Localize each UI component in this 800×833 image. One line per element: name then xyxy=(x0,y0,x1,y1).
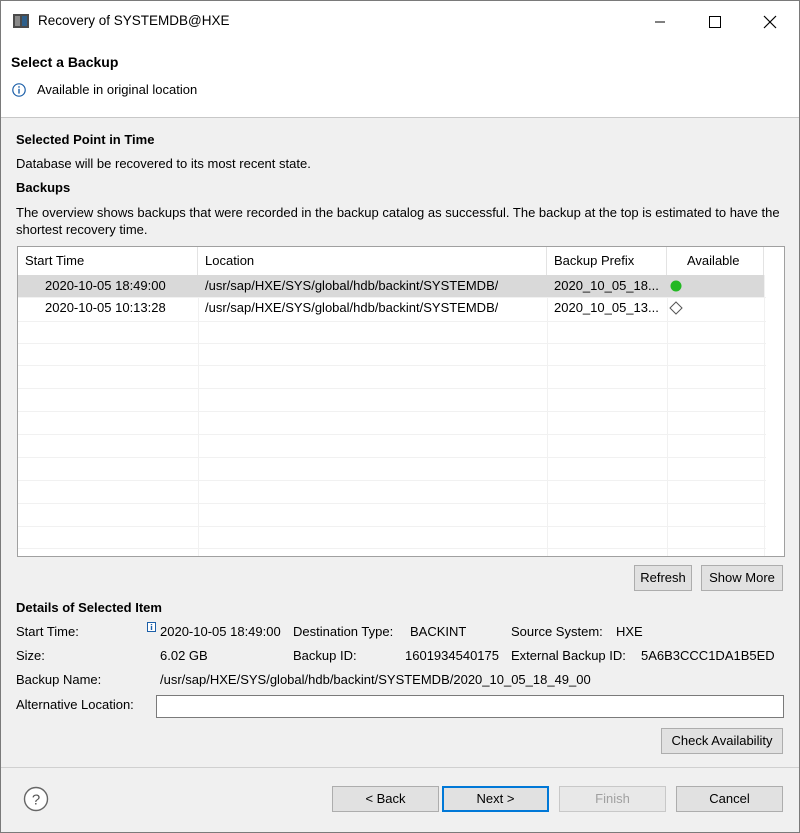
table-row[interactable]: 2020-10-05 18:49:00 /usr/sap/HXE/SYS/glo… xyxy=(18,275,764,297)
banner-message: Available in original location xyxy=(37,82,198,97)
diamond-outline-icon xyxy=(669,301,683,315)
back-button[interactable]: < Back xyxy=(332,786,439,812)
maximize-icon xyxy=(709,16,721,28)
cell-backup-prefix: 2020_10_05_18... xyxy=(554,278,659,293)
point-in-time-text: Database will be recovered to its most r… xyxy=(16,156,311,171)
backups-heading: Backups xyxy=(16,180,71,195)
column-start-time[interactable]: Start Time xyxy=(18,247,198,275)
grid-line xyxy=(18,388,784,389)
external-backup-id-label: External Backup ID: xyxy=(511,648,626,663)
grid-line xyxy=(764,275,765,556)
window-title: Recovery of SYSTEMDB@HXE xyxy=(38,13,230,28)
cancel-button[interactable]: Cancel xyxy=(676,786,783,812)
show-more-button[interactable]: Show More xyxy=(701,565,783,591)
column-location[interactable]: Location xyxy=(198,247,547,275)
cell-backup-prefix: 2020_10_05_13... xyxy=(554,300,659,315)
size-label: Size: xyxy=(16,648,45,663)
grid-line xyxy=(18,365,784,366)
maximize-button[interactable] xyxy=(692,1,738,41)
grid-line xyxy=(18,503,784,504)
minimize-icon xyxy=(655,21,665,23)
size-value: 6.02 GB xyxy=(160,648,208,663)
refresh-button[interactable]: Refresh xyxy=(634,565,692,591)
start-time-value: 2020-10-05 18:49:00 xyxy=(160,624,281,639)
destination-type-label: Destination Type: xyxy=(293,624,394,639)
grid-line xyxy=(18,526,784,527)
recovery-dialog: Recovery of SYSTEMDB@HXE Select a Backup… xyxy=(0,0,800,833)
wizard-banner: Select a Backup Available in original lo… xyxy=(1,41,799,118)
close-button[interactable] xyxy=(747,1,793,41)
next-button[interactable]: Next > xyxy=(442,786,549,812)
table-row[interactable]: 2020-10-05 10:13:28 /usr/sap/HXE/SYS/glo… xyxy=(18,297,764,319)
finish-button[interactable]: Finish xyxy=(559,786,666,812)
grid-line xyxy=(18,548,784,549)
svg-text:?: ? xyxy=(32,792,40,809)
check-availability-button[interactable]: Check Availability xyxy=(661,728,783,754)
backups-description: The overview shows backups that were rec… xyxy=(16,205,780,237)
cell-location: /usr/sap/HXE/SYS/global/hdb/backint/SYST… xyxy=(205,300,499,315)
grid-line xyxy=(18,411,784,412)
green-dot-icon xyxy=(670,280,682,292)
backup-id-value: 1601934540175 xyxy=(405,648,499,663)
grid-line xyxy=(18,343,784,344)
alternative-location-label: Alternative Location: xyxy=(16,697,134,712)
grid-line xyxy=(18,480,784,481)
info-icon xyxy=(12,83,26,97)
help-icon[interactable]: ? xyxy=(23,786,49,812)
column-backup-prefix[interactable]: Backup Prefix xyxy=(547,247,667,275)
table-header: Start Time Location Backup Prefix Availa… xyxy=(18,247,784,275)
backup-id-label: Backup ID: xyxy=(293,648,357,663)
table-vertical-scrollbar[interactable] xyxy=(766,247,784,556)
destination-type-value: BACKINT xyxy=(410,624,467,639)
footer-divider xyxy=(1,767,799,768)
backups-table[interactable]: Start Time Location Backup Prefix Availa… xyxy=(17,246,785,557)
info-small-icon xyxy=(147,622,156,632)
cell-start-time: 2020-10-05 10:13:28 xyxy=(45,300,166,315)
close-icon xyxy=(763,15,777,29)
grid-line xyxy=(18,321,784,322)
minimize-button[interactable] xyxy=(637,1,683,41)
cell-start-time: 2020-10-05 18:49:00 xyxy=(45,278,166,293)
external-backup-id-value: 5A6B3CCC1DA1B5ED xyxy=(641,648,775,663)
source-system-value: HXE xyxy=(616,624,643,639)
backup-name-value: /usr/sap/HXE/SYS/global/hdb/backint/SYST… xyxy=(160,672,591,687)
grid-line xyxy=(18,457,784,458)
title-bar: Recovery of SYSTEMDB@HXE xyxy=(1,1,799,41)
grid-line xyxy=(18,434,784,435)
point-in-time-heading: Selected Point in Time xyxy=(16,132,155,147)
column-available[interactable]: Available xyxy=(667,247,764,275)
app-icon xyxy=(13,14,29,28)
page-title: Select a Backup xyxy=(11,54,119,70)
alternative-location-input[interactable] xyxy=(156,695,784,718)
backup-name-label: Backup Name: xyxy=(16,672,102,687)
cell-location: /usr/sap/HXE/SYS/global/hdb/backint/SYST… xyxy=(205,278,499,293)
start-time-label: Start Time: xyxy=(16,624,79,639)
source-system-label: Source System: xyxy=(511,624,603,639)
details-heading: Details of Selected Item xyxy=(16,600,162,615)
